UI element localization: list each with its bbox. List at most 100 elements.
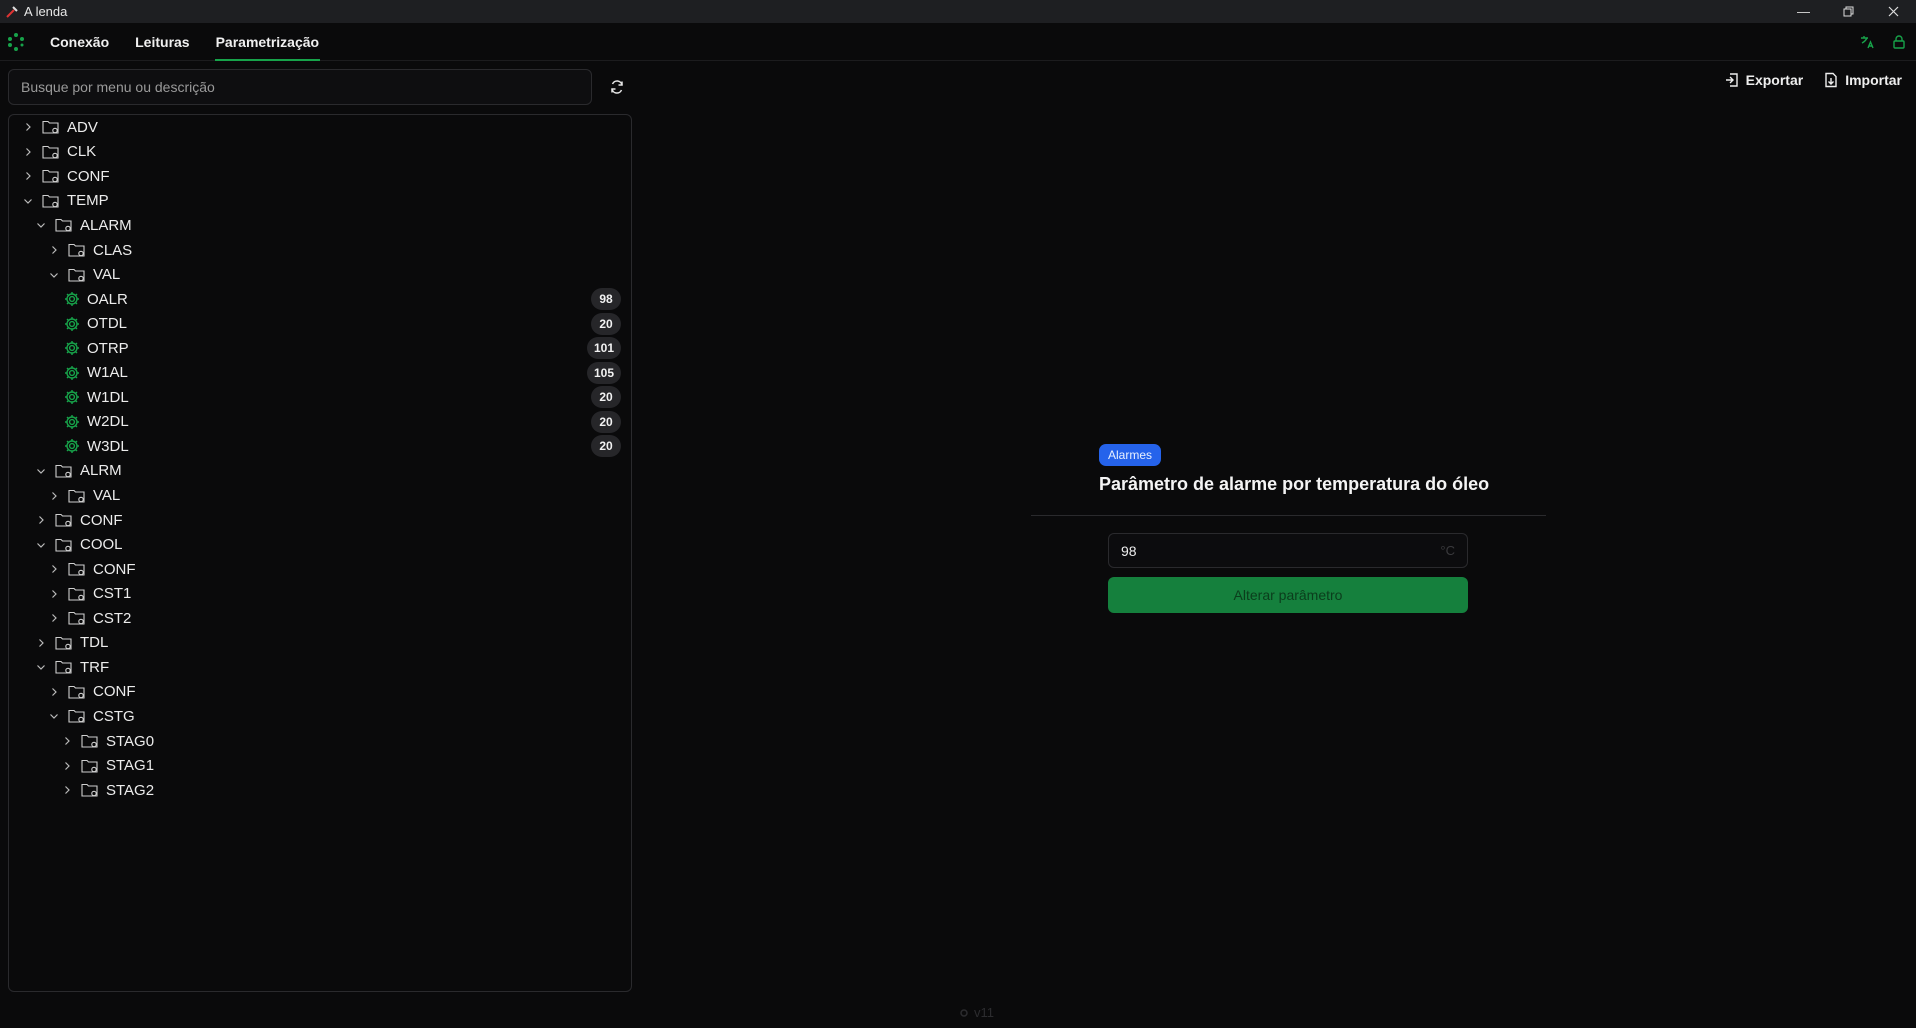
chevron-right-icon[interactable] xyxy=(47,611,61,625)
tree-folder-row[interactable]: TDL xyxy=(9,631,631,656)
tree-item-label: OTRP xyxy=(87,339,129,357)
import-button[interactable]: Importar xyxy=(1823,72,1902,88)
tree-folder-row[interactable]: ALARM xyxy=(9,213,631,238)
tree-item-label: STAG0 xyxy=(106,732,155,750)
import-file-icon xyxy=(1825,72,1837,88)
minimize-icon[interactable]: — xyxy=(1781,0,1826,23)
export-button[interactable]: Exportar xyxy=(1724,72,1803,88)
search-input[interactable] xyxy=(8,69,592,105)
chevron-right-icon[interactable] xyxy=(47,685,61,699)
chevron-right-icon[interactable] xyxy=(60,734,74,748)
tree-folder-row[interactable]: STAG2 xyxy=(9,778,631,803)
tree-folder-row[interactable]: CONF xyxy=(9,557,631,582)
tree-item-label: STAG2 xyxy=(106,781,155,799)
folder-settings-icon xyxy=(67,683,87,701)
tree-item-label: TDL xyxy=(80,634,109,652)
tree-param-row[interactable]: W2DL 20 xyxy=(9,410,631,435)
tree-folder-row[interactable]: CST1 xyxy=(9,581,631,606)
tree-folder-row[interactable]: CONF xyxy=(9,508,631,533)
tree-param-row[interactable]: W1DL 20 xyxy=(9,385,631,410)
chevron-right-icon[interactable] xyxy=(21,145,35,159)
value-badge: 20 xyxy=(591,435,621,458)
gear-icon xyxy=(63,339,81,357)
tree-folder-row[interactable]: CLK xyxy=(9,140,631,165)
chevron-down-icon[interactable] xyxy=(47,268,61,282)
tree-folder-row[interactable]: CONF xyxy=(9,164,631,189)
divider xyxy=(1031,515,1546,516)
tree-item-label: W2DL xyxy=(87,413,129,431)
parameter-value-field[interactable]: 98 °C xyxy=(1108,533,1468,568)
tab-parametrizacao[interactable]: Parametrização xyxy=(203,23,333,61)
tree-item-label: ALRM xyxy=(80,462,122,480)
folder-settings-icon xyxy=(54,216,74,234)
tree-item-label: CONF xyxy=(93,683,136,701)
translate-icon[interactable] xyxy=(1858,33,1876,51)
chevron-down-icon[interactable] xyxy=(34,464,48,478)
value-badge: 20 xyxy=(591,410,621,433)
chevron-down-icon[interactable] xyxy=(34,660,48,674)
tab-leituras[interactable]: Leituras xyxy=(122,23,202,61)
tab-conexao[interactable]: Conexão xyxy=(37,23,122,61)
tree-item-label: STAG1 xyxy=(106,757,155,775)
tree-item-label: CLK xyxy=(67,143,97,161)
app-icon xyxy=(4,4,20,20)
tree-folder-row[interactable]: CSTG xyxy=(9,704,631,729)
tree-folder-row[interactable]: VAL xyxy=(9,262,631,287)
lock-icon[interactable] xyxy=(1890,33,1908,51)
value-badge: 20 xyxy=(591,312,621,335)
parameter-title: Parâmetro de alarme por temperatura do ó… xyxy=(1099,474,1490,494)
tree-folder-row[interactable]: STAG0 xyxy=(9,729,631,754)
chevron-right-icon[interactable] xyxy=(60,783,74,797)
restore-icon[interactable] xyxy=(1826,0,1871,23)
chevron-right-icon[interactable] xyxy=(21,169,35,183)
window-titlebar: A lenda — xyxy=(0,0,1916,23)
chevron-right-icon[interactable] xyxy=(47,243,61,257)
tree-folder-row[interactable]: VAL xyxy=(9,483,631,508)
change-parameter-button[interactable]: Alterar parâmetro xyxy=(1108,577,1468,613)
chevron-down-icon[interactable] xyxy=(47,709,61,723)
tree-param-row[interactable]: W1AL 105 xyxy=(9,361,631,386)
gear-icon xyxy=(63,388,81,406)
tree-item-label: W1AL xyxy=(87,364,128,382)
chevron-right-icon[interactable] xyxy=(47,489,61,503)
left-panel: ADVCLKCONFTEMPALARMCLASVALOALR98OTDL20OT… xyxy=(8,69,632,992)
folder-settings-icon xyxy=(80,757,100,775)
version-label: v11 xyxy=(974,1005,994,1020)
tree-folder-row[interactable]: ADV xyxy=(9,115,631,140)
chevron-down-icon[interactable] xyxy=(34,538,48,552)
chevron-right-icon[interactable] xyxy=(47,562,61,576)
chevron-right-icon[interactable] xyxy=(21,120,35,134)
tree-param-row[interactable]: OTRP 101 xyxy=(9,336,631,361)
close-icon[interactable] xyxy=(1871,0,1916,23)
tree-folder-row[interactable]: TEMP xyxy=(9,189,631,214)
app-logo-icon xyxy=(5,31,27,53)
tree-folder-row[interactable]: COOL xyxy=(9,532,631,557)
folder-settings-icon xyxy=(54,462,74,480)
tree-folder-row[interactable]: TRF xyxy=(9,655,631,680)
tree-folder-row[interactable]: CST2 xyxy=(9,606,631,631)
tree-item-label: CST1 xyxy=(93,585,132,603)
tree-folder-row[interactable]: STAG1 xyxy=(9,753,631,778)
tree-param-row[interactable]: OALR 98 xyxy=(9,287,631,312)
tree-param-row[interactable]: OTDL 20 xyxy=(9,311,631,336)
folder-settings-icon xyxy=(41,167,61,185)
tree-folder-row[interactable]: CONF xyxy=(9,680,631,705)
tree-folder-row[interactable]: CLAS xyxy=(9,238,631,263)
chevron-down-icon[interactable] xyxy=(21,194,35,208)
tree-item-label: CONF xyxy=(80,511,123,529)
folder-settings-icon xyxy=(67,241,87,259)
folder-settings-icon xyxy=(67,609,87,627)
unit-label: °C xyxy=(1440,543,1455,558)
parameter-detail-panel: Alarmes Parâmetro de alarme por temperat… xyxy=(1031,444,1546,613)
refresh-icon[interactable] xyxy=(606,76,628,98)
chevron-right-icon[interactable] xyxy=(47,587,61,601)
tree-item-label: ALARM xyxy=(80,216,132,234)
folder-settings-icon xyxy=(67,585,87,603)
tree-item-label: OTDL xyxy=(87,315,128,333)
chevron-right-icon[interactable] xyxy=(34,513,48,527)
tree-param-row[interactable]: W3DL 20 xyxy=(9,434,631,459)
chevron-right-icon[interactable] xyxy=(34,636,48,650)
tree-folder-row[interactable]: ALRM xyxy=(9,459,631,484)
chevron-right-icon[interactable] xyxy=(60,759,74,773)
chevron-down-icon[interactable] xyxy=(34,218,48,232)
